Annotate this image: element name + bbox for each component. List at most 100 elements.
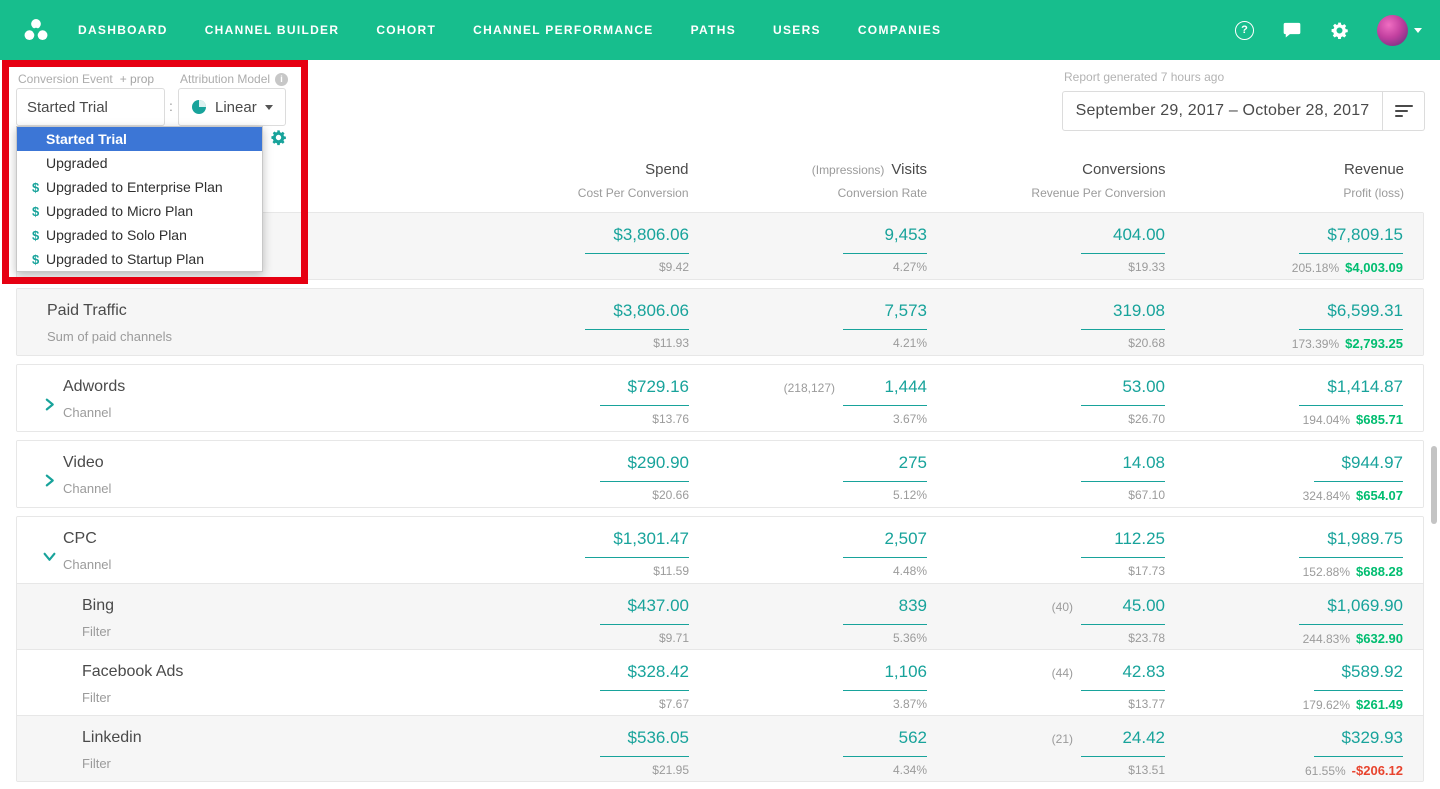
table-row[interactable]: Facebook Ads Filter $328.42 $7.67 1,106 3.87%… [17, 649, 1423, 715]
conversions-value[interactable]: 53.00 [1081, 377, 1165, 406]
revenue-value[interactable]: $7,809.15 [1299, 225, 1403, 254]
spend-cell: $290.90 $20.66 [471, 453, 689, 507]
date-range-picker[interactable]: September 29, 2017 – October 28, 2017 [1062, 91, 1383, 131]
spend-value[interactable]: $437.00 [599, 596, 689, 625]
table-row[interactable]: Video Channel $290.90 $20.66 275 5.12% 14.08 $6… [17, 441, 1423, 507]
visits-value[interactable]: 1,106 [843, 662, 927, 691]
column-header-visits[interactable]: (Impressions) Visits Conversion Rate [709, 161, 927, 200]
revenue-value[interactable]: $6,599.31 [1299, 301, 1403, 330]
settings-gear-icon[interactable] [270, 129, 287, 151]
dropdown-item[interactable]: Started Trial [17, 127, 262, 151]
app-logo[interactable] [20, 14, 52, 46]
conversions-value[interactable]: 112.25 [1081, 529, 1165, 558]
visits-sub: 4.34% [892, 763, 927, 777]
visits-value[interactable]: 562 [843, 728, 927, 757]
nav-item-channel-performance[interactable]: CHANNEL PERFORMANCE [473, 23, 653, 37]
add-prop-button[interactable]: + prop [120, 72, 154, 86]
spend-value[interactable]: $3,806.06 [585, 225, 689, 254]
expand-chevron-icon[interactable] [31, 453, 63, 507]
revenue-value[interactable]: $329.93 [1313, 728, 1403, 757]
visits-cell: 1,106 3.87% [709, 662, 927, 715]
dropdown-item[interactable]: Upgraded [17, 151, 262, 175]
help-icon[interactable]: ? [1235, 20, 1254, 40]
conversion-event-label: Conversion Event + prop [18, 72, 154, 86]
column-header-revenue[interactable]: Revenue Profit (loss) [1186, 161, 1404, 200]
revenue-cell: $1,989.75 152.88% $688.28 [1185, 529, 1403, 583]
spend-value[interactable]: $328.42 [599, 662, 689, 691]
nav-item-paths[interactable]: PATHS [691, 23, 736, 37]
spend-value[interactable]: $536.05 [599, 728, 689, 757]
dropdown-item[interactable]: $ Upgraded to Micro Plan [17, 199, 262, 223]
visits-value-line: 562 [843, 728, 927, 757]
conversion-event-input[interactable] [16, 88, 165, 126]
table-row[interactable]: Adwords Channel $729.16 $13.76 (218,127) 1,44… [17, 365, 1423, 431]
row-subtitle: Filter [82, 756, 111, 771]
visits-value[interactable]: 839 [843, 596, 927, 625]
visits-value[interactable]: 2,507 [843, 529, 927, 558]
spend-value[interactable]: $290.90 [599, 453, 689, 482]
dropdown-item[interactable]: $ Upgraded to Startup Plan [17, 247, 262, 271]
spend-value-line: $290.90 [599, 453, 689, 482]
conversions-value-line: (40) 45.00 [1052, 596, 1165, 625]
spend-value[interactable]: $3,806.06 [585, 301, 689, 330]
visits-value[interactable]: 9,453 [843, 225, 927, 254]
expand-chevron-icon[interactable] [31, 377, 63, 431]
row-name-wrap: Paid Traffic Sum of paid channels [47, 301, 172, 355]
row-subtitle: Channel [63, 405, 112, 420]
nav-item-users[interactable]: USERS [773, 23, 821, 37]
spend-sub: $7.67 [658, 697, 689, 711]
vertical-scrollbar[interactable] [1431, 446, 1437, 524]
conversions-value[interactable]: 14.08 [1081, 453, 1165, 482]
table-row[interactable]: Bing Filter $437.00 $9.71 839 5.36% (40) 45.00 $… [17, 583, 1423, 649]
conversions-cell: 53.00 $26.70 [947, 377, 1165, 431]
gear-icon[interactable] [1330, 21, 1349, 40]
spend-value[interactable]: $1,301.47 [585, 529, 689, 558]
revenue-value[interactable]: $944.97 [1313, 453, 1403, 482]
revenue-value[interactable]: $1,989.75 [1299, 529, 1403, 558]
conversions-value[interactable]: 404.00 [1081, 225, 1165, 254]
row-name-cell: Paid Traffic Sum of paid channels [31, 301, 451, 355]
visits-value[interactable]: 1,444 [843, 377, 927, 406]
dropdown-item[interactable]: $ Upgraded to Enterprise Plan [17, 175, 262, 199]
row-subtitle: Filter [82, 690, 111, 705]
dropdown-item-label: Upgraded to Micro Plan [46, 203, 194, 219]
conversions-value[interactable]: 24.42 [1081, 728, 1165, 757]
visits-value[interactable]: 275 [843, 453, 927, 482]
revenue-cell: $1,069.90 244.83% $632.90 [1185, 596, 1403, 649]
table-row[interactable]: CPC Channel $1,301.47 $11.59 2,507 4.48% 112.2… [17, 517, 1423, 583]
spend-value[interactable]: $729.16 [599, 377, 689, 406]
info-icon[interactable]: i [275, 72, 289, 86]
visits-value[interactable]: 7,573 [843, 301, 927, 330]
conversions-value[interactable]: 45.00 [1081, 596, 1165, 625]
column-header-conversions[interactable]: Conversions Revenue Per Conversion [947, 161, 1165, 200]
filter-sort-button[interactable] [1383, 91, 1425, 131]
dropdown-item-label: Upgraded to Enterprise Plan [46, 179, 223, 195]
nav-item-channel-builder[interactable]: CHANNEL BUILDER [205, 23, 340, 37]
conversions-prefix: (44) [1051, 666, 1073, 680]
profit-value: -$206.12 [1351, 763, 1403, 778]
chat-icon[interactable] [1282, 20, 1302, 40]
revenue-value[interactable]: $1,414.87 [1299, 377, 1403, 406]
revenue-cell: $7,809.15 205.18% $4,003.09 [1185, 225, 1403, 279]
nav-item-cohort[interactable]: COHORT [376, 23, 436, 37]
dollar-icon: $ [32, 179, 40, 195]
account-menu[interactable] [1377, 14, 1422, 46]
revenue-value[interactable]: $589.92 [1313, 662, 1403, 691]
nav-item-dashboard[interactable]: DASHBOARD [78, 23, 168, 37]
nav-item-companies[interactable]: COMPANIES [858, 23, 941, 37]
attribution-model-dropdown[interactable]: Linear [178, 88, 286, 126]
expand-chevron-icon[interactable] [31, 529, 63, 583]
table-body: $3,806.06 $9.42 9,453 4.27% 404.00 $19.33 $7,8… [16, 212, 1424, 782]
conversions-value-line: 14.08 [1081, 453, 1165, 482]
conversions-value[interactable]: 319.08 [1081, 301, 1165, 330]
revenue-value[interactable]: $1,069.90 [1299, 596, 1403, 625]
dropdown-item[interactable]: $ Upgraded to Solo Plan [17, 223, 262, 247]
conversions-value[interactable]: 42.83 [1081, 662, 1165, 691]
profit-percent: 244.83% [1302, 632, 1350, 646]
table-row[interactable]: Paid Traffic Sum of paid channels $3,806.0… [17, 289, 1423, 355]
column-header-spend[interactable]: Spend Cost Per Conversion [470, 161, 689, 200]
table-row[interactable]: Linkedin Filter $536.05 $21.95 562 4.34% (21) 2… [17, 715, 1423, 781]
conversions-value-line: 404.00 [1081, 225, 1165, 254]
conversion-event-dropdown-list: Started Trial Upgraded $ Upgraded to Enterp… [16, 126, 263, 272]
